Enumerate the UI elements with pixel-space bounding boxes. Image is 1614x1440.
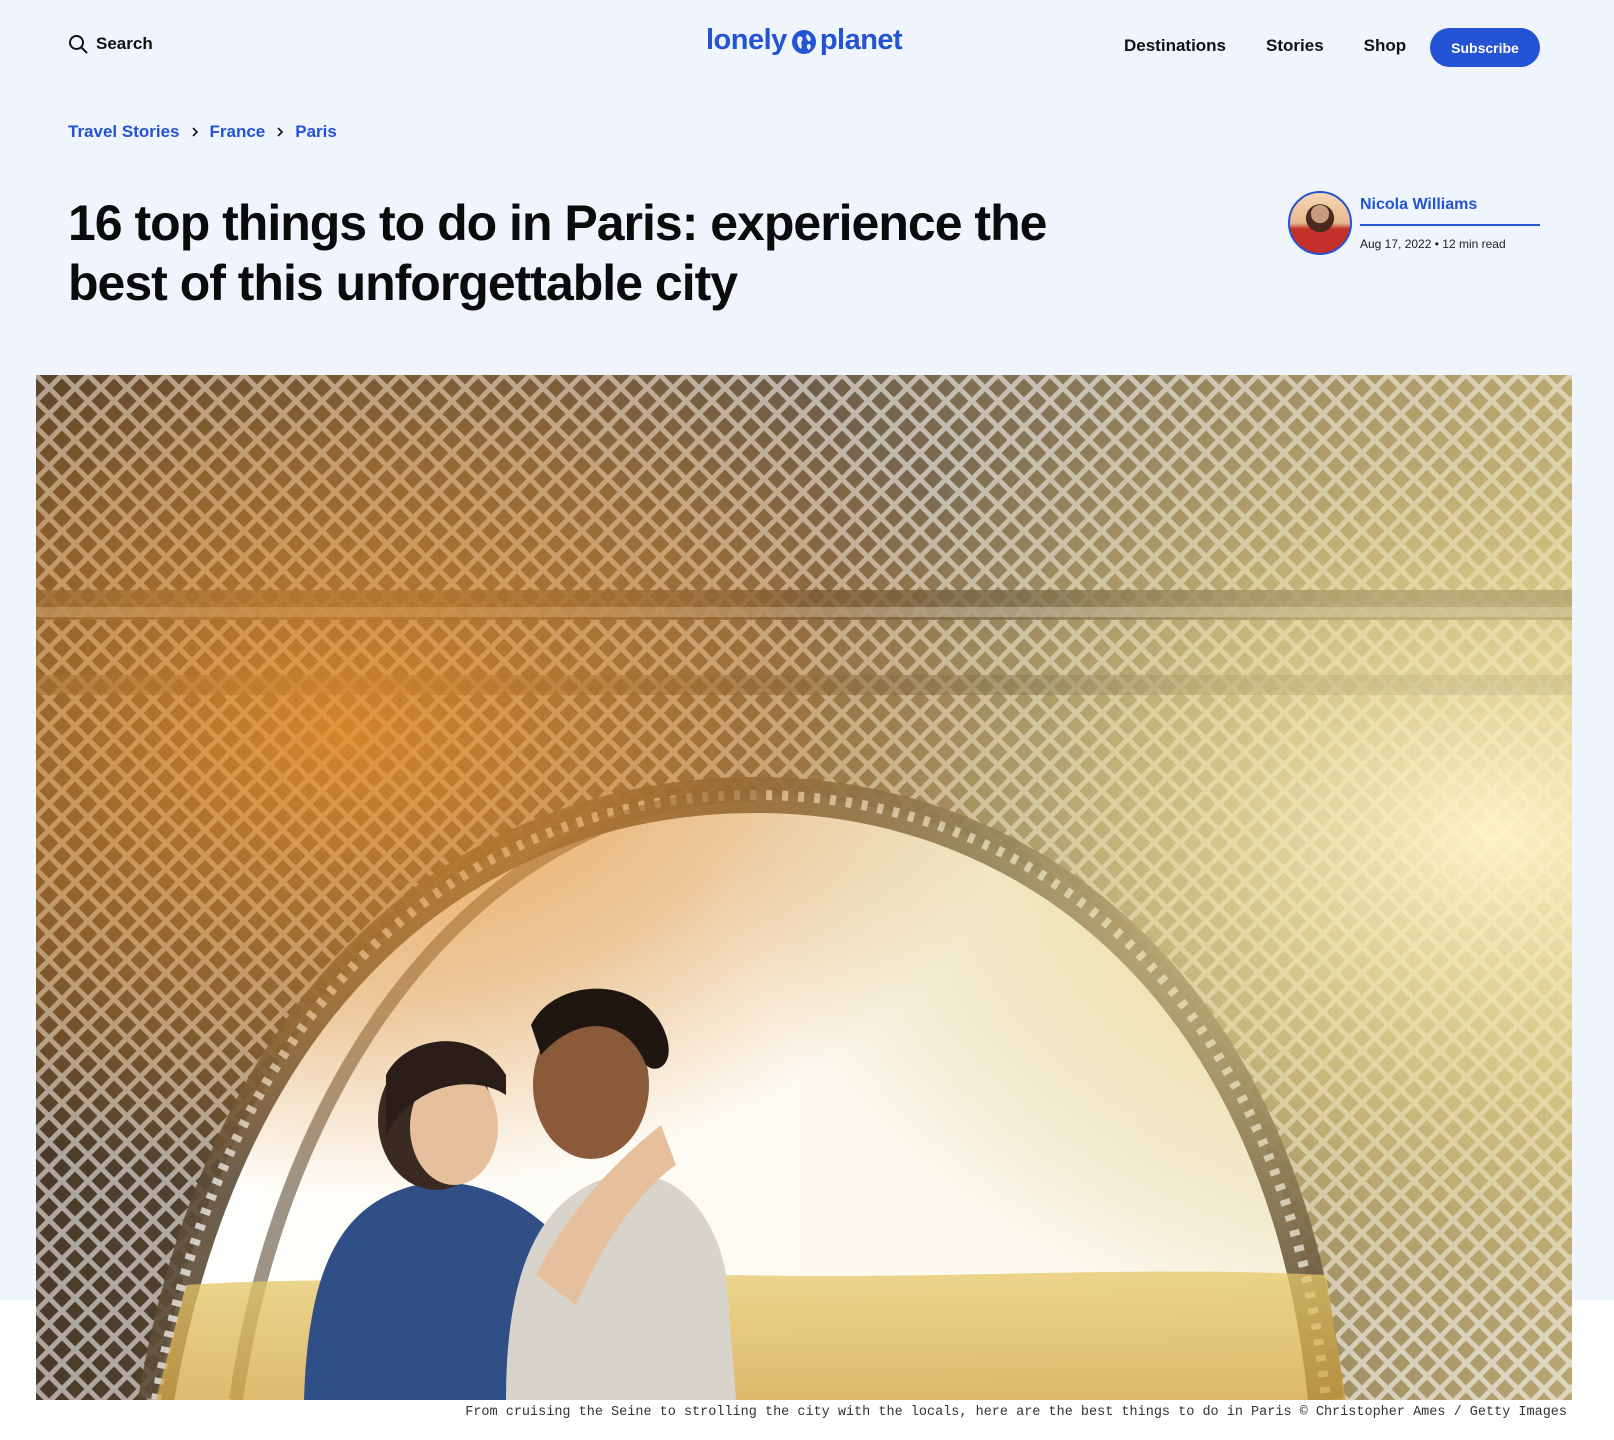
breadcrumb-travel-stories[interactable]: Travel Stories <box>68 122 180 142</box>
nav-stories[interactable]: Stories <box>1266 36 1324 56</box>
breadcrumb-france[interactable]: France <box>210 122 266 142</box>
nav-shop[interactable]: Shop <box>1364 36 1407 56</box>
author-divider <box>1360 224 1540 226</box>
logo-word-left: lonely <box>706 24 787 56</box>
subscribe-button[interactable]: Subscribe <box>1430 28 1540 67</box>
hero-image <box>36 375 1572 1400</box>
site-logo[interactable]: lonely planet <box>706 24 903 57</box>
hero-caption: From cruising the Seine to strolling the… <box>465 1405 1567 1420</box>
author-byline: Nicola Williams Aug 17, 2022 • 12 min re… <box>1288 190 1540 260</box>
avatar[interactable] <box>1288 191 1352 255</box>
author-name-link[interactable]: Nicola Williams <box>1360 196 1477 214</box>
search-label: Search <box>96 34 153 53</box>
logo-word-right: planet <box>819 24 903 56</box>
chevron-right-icon <box>191 127 198 137</box>
main-nav: Destinations Stories Shop <box>1124 36 1406 56</box>
hero-photo-illustration <box>36 375 1572 1400</box>
search-icon <box>69 35 88 54</box>
breadcrumb-paris[interactable]: Paris <box>295 122 337 142</box>
breadcrumb: Travel Stories France Paris <box>68 122 337 142</box>
site-header: Search lonely planet Destinations Storie… <box>0 0 1614 94</box>
chevron-right-icon <box>277 127 284 137</box>
search-button[interactable]: Search <box>68 34 153 54</box>
nav-destinations[interactable]: Destinations <box>1124 36 1226 56</box>
article-meta: Aug 17, 2022 • 12 min read <box>1360 237 1506 251</box>
page-title: 16 top things to do in Paris: experience… <box>68 195 1047 311</box>
globe-icon <box>791 29 816 54</box>
